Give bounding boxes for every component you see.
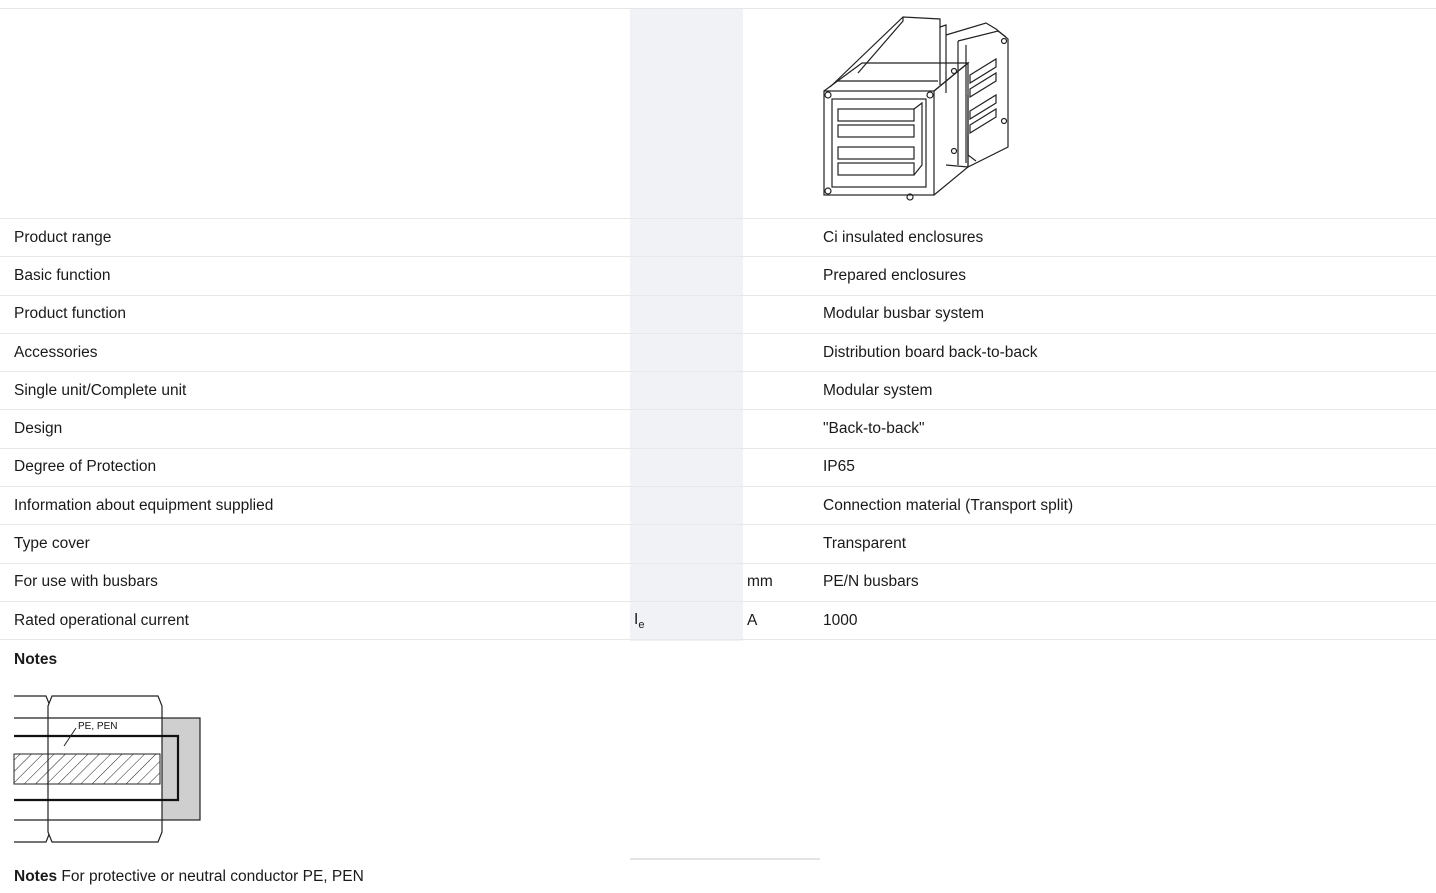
row-unit xyxy=(743,333,819,373)
symbol-subscript: e xyxy=(638,618,645,631)
row-symbol xyxy=(630,256,743,296)
row-unit: mm xyxy=(743,563,819,602)
top-bar xyxy=(0,0,1436,8)
row-label: Design xyxy=(0,409,630,449)
row-value: Modular busbar system xyxy=(819,295,1436,334)
row-label: Type cover xyxy=(0,524,630,564)
row-symbol xyxy=(630,333,743,373)
row-label: Information about equipment supplied xyxy=(0,486,630,526)
row-unit xyxy=(743,486,819,526)
row-symbol xyxy=(630,486,743,526)
row-value: Connection material (Transport split) xyxy=(819,486,1436,526)
row-symbol xyxy=(630,524,743,564)
row-value: Ci insulated enclosures xyxy=(819,218,1436,258)
table-row: Design "Back-to-back" xyxy=(0,409,1436,449)
busbar-diagram: PE, PEN xyxy=(13,695,201,843)
row-symbol xyxy=(630,563,743,602)
row-value: Distribution board back-to-back xyxy=(819,333,1436,373)
table-row: Type cover Transparent xyxy=(0,524,1436,564)
spec-table: Product range Ci insulated enclosures Ba… xyxy=(0,9,1436,641)
notes-heading: Notes xyxy=(14,651,58,668)
notes-footer-label: Notes xyxy=(14,868,58,885)
row-unit: A xyxy=(743,601,819,641)
row-label: Single unit/Complete unit xyxy=(0,371,630,411)
image-row xyxy=(0,9,1436,219)
row-label: For use with busbars xyxy=(0,563,630,602)
row-symbol: Ie xyxy=(630,601,743,641)
row-label: Degree of Protection xyxy=(0,448,630,488)
row-symbol xyxy=(630,409,743,449)
table-row: Rated operational current Ie A 1000 xyxy=(0,601,1436,641)
row-unit xyxy=(743,524,819,564)
table-row: Product function Modular busbar system xyxy=(0,295,1436,334)
row-label: Accessories xyxy=(0,333,630,373)
row-label: Basic function xyxy=(0,256,630,296)
table-row: Degree of Protection IP65 xyxy=(0,448,1436,488)
row-unit xyxy=(743,256,819,296)
row-value: Transparent xyxy=(819,524,1436,564)
row-unit xyxy=(743,371,819,411)
row-unit xyxy=(743,448,819,488)
notes-divider xyxy=(630,858,820,860)
row-value: IP65 xyxy=(819,448,1436,488)
notes-footer: Notes For protective or neutral conducto… xyxy=(14,868,364,886)
table-row: Product range Ci insulated enclosures xyxy=(0,218,1436,258)
row-unit xyxy=(743,218,819,258)
row-value: Prepared enclosures xyxy=(819,256,1436,296)
row-symbol xyxy=(630,448,743,488)
table-row: Accessories Distribution board back-to-b… xyxy=(0,333,1436,373)
figure-label: PE, PEN xyxy=(78,721,117,732)
row-value: "Back-to-back" xyxy=(819,409,1436,449)
row-symbol xyxy=(630,295,743,334)
row-label: Product range xyxy=(0,218,630,258)
row-label: Product function xyxy=(0,295,630,334)
table-row: Basic function Prepared enclosures xyxy=(0,256,1436,296)
table-row: For use with busbars mm PE/N busbars xyxy=(0,563,1436,602)
row-symbol xyxy=(630,218,743,258)
row-label: Rated operational current xyxy=(0,601,630,641)
row-unit xyxy=(743,409,819,449)
enclosure-product-image xyxy=(823,16,1009,201)
row-value: PE/N busbars xyxy=(819,563,1436,602)
row-symbol xyxy=(630,371,743,411)
table-row: Information about equipment supplied Con… xyxy=(0,486,1436,526)
table-row: Single unit/Complete unit Modular system xyxy=(0,371,1436,411)
row-value: 1000 xyxy=(819,601,1436,641)
notes-footer-text: For protective or neutral conductor PE, … xyxy=(61,868,364,885)
row-value: Modular system xyxy=(819,371,1436,411)
row-unit xyxy=(743,295,819,334)
